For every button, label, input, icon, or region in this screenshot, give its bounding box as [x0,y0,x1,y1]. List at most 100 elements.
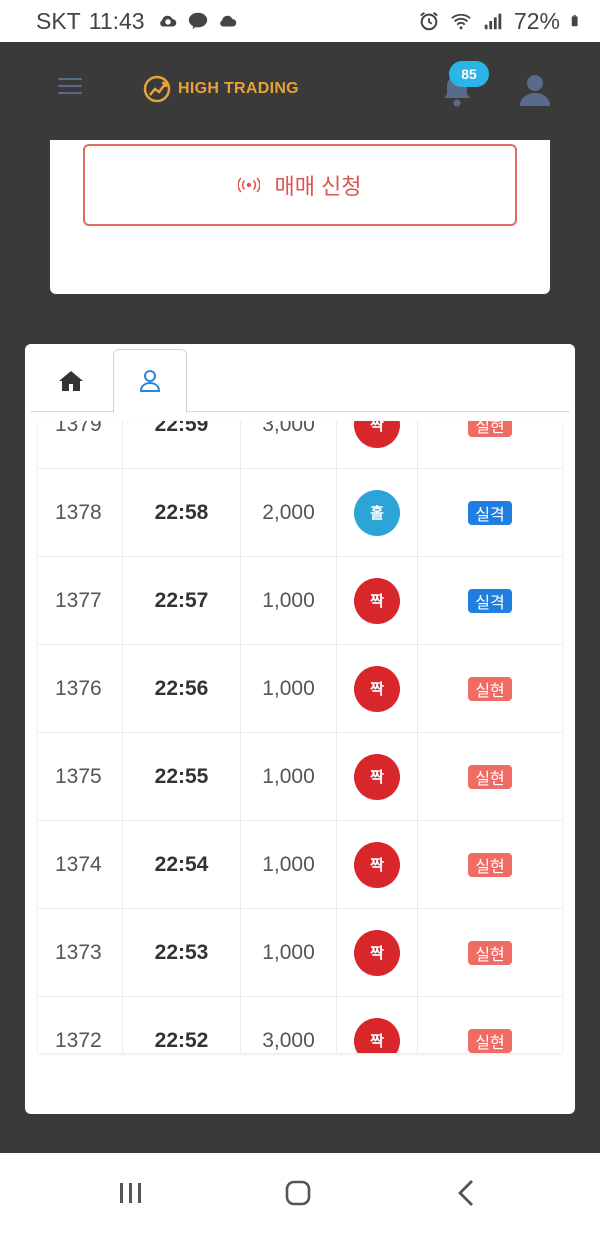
hamburger-icon[interactable] [58,78,82,98]
trade-request-label: 매매 신청 [274,174,362,199]
round-id: 1374 [38,821,123,908]
status-icons-left [157,10,239,32]
tab-profile[interactable] [113,349,187,413]
trade-amount: 3,000 [241,997,337,1053]
trade-amount: 1,000 [241,821,337,908]
pick-ball: 홀 [354,489,400,536]
profile-icon [139,370,161,392]
tab-bar [30,349,570,413]
app-header: HIGH TRADING 85 [0,42,600,140]
round-id: 1375 [38,733,123,820]
history-table-body: 1379 22:59 3,000 짝 실현 1378 22:58 2,000 홀 실격 1377 22… [38,421,562,1053]
status-icons-right: 72% [418,8,584,35]
round-time: 22:59 [123,421,241,468]
pick-cell: 홀 [337,469,418,556]
pick-ball: 짝 [354,841,400,888]
result-badge: 실현 [468,1028,512,1053]
table-row: 1378 22:58 2,000 홀 실격 [38,469,562,557]
table-row: 1375 22:55 1,000 짝 실현 [38,733,562,821]
cloud-icon [219,15,236,27]
back-icon[interactable] [456,1179,476,1207]
result-badge: 실현 [468,764,512,789]
table-row: 1377 22:57 1,000 짝 실격 [38,557,562,645]
round-time: 22:58 [123,469,241,556]
round-time: 22:52 [123,997,241,1053]
round-time: 22:53 [123,909,241,996]
table-row: 1374 22:54 1,000 짝 실현 [38,821,562,909]
result-badge: 실현 [468,940,512,965]
broadcast-icon [238,177,261,193]
round-id: 1373 [38,909,123,996]
trade-amount: 1,000 [241,733,337,820]
alarm-icon [420,11,438,31]
result-badge: 실현 [468,421,512,437]
tab-home[interactable] [34,349,108,412]
round-id: 1379 [38,421,123,468]
result-cell: 실현 [418,421,562,468]
round-id: 1372 [38,997,123,1053]
round-time: 22:54 [123,821,241,908]
signal-icon [484,13,502,30]
pick-cell: 짝 [337,733,418,820]
pick-cell: 짝 [337,645,418,732]
user-icon[interactable] [518,72,552,108]
home-button-icon[interactable] [285,1180,311,1206]
table-row: 1372 22:52 3,000 짝 실현 [38,997,562,1053]
wifi-icon [451,13,471,30]
pick-ball: 짝 [354,577,400,624]
pick-cell: 짝 [337,557,418,644]
logo[interactable]: HIGH TRADING [142,74,299,104]
battery-icon [571,15,578,27]
result-badge: 실현 [468,676,512,701]
trade-amount: 1,000 [241,645,337,732]
pick-cell: 짝 [337,821,418,908]
round-time: 22:57 [123,557,241,644]
result-badge: 실현 [468,852,512,877]
table-row: 1376 22:56 1,000 짝 실현 [38,645,562,733]
battery-level: 72% [513,7,560,34]
table-row: 1373 22:53 1,000 짝 실현 [38,909,562,997]
pick-ball: 짝 [354,753,400,800]
result-cell: 실현 [418,733,562,820]
round-id: 1377 [38,557,123,644]
pick-cell: 짝 [337,421,418,468]
result-cell: 실현 [418,909,562,996]
result-cell: 실격 [418,557,562,644]
logo-text: HIGH TRADING [178,80,299,97]
pick-ball: 짝 [354,665,400,712]
round-id: 1378 [38,469,123,556]
round-time: 22:56 [123,645,241,732]
logo-mark-icon [143,75,171,103]
trade-request-button[interactable]: 매매 신청 [83,144,517,226]
trade-amount: 2,000 [241,469,337,556]
status-bar: SKT 11:43 72% [0,0,600,42]
pick-ball: 짝 [354,929,400,976]
pick-cell: 짝 [337,909,418,996]
pick-cell: 짝 [337,997,418,1053]
system-nav-bar [0,1153,600,1233]
round-time: 22:55 [123,733,241,820]
notification-badge: 85 [449,61,489,87]
cloud-sync-icon [159,15,176,27]
round-id: 1376 [38,645,123,732]
result-cell: 실현 [418,997,562,1053]
table-row: 1379 22:59 3,000 짝 실현 [38,421,562,469]
carrier-label: SKT [36,7,81,34]
pick-ball: 짝 [354,1017,400,1053]
kakaotalk-icon [188,12,207,30]
trade-request-card: 매매 신청 [50,140,550,294]
trade-amount: 3,000 [241,421,337,468]
clock: 11:43 [88,7,145,34]
history-table[interactable]: 1379 22:59 3,000 짝 실현 1378 22:58 2,000 홀 실격 1377 22… [38,421,562,1053]
pick-ball: 짝 [354,421,400,448]
result-badge: 실격 [468,588,512,613]
result-cell: 실현 [418,821,562,908]
result-cell: 실격 [418,469,562,556]
history-card: 1379 22:59 3,000 짝 실현 1378 22:58 2,000 홀 실격 1377 22… [25,344,575,1114]
result-cell: 실현 [418,645,562,732]
result-badge: 실격 [468,500,512,525]
trade-amount: 1,000 [241,557,337,644]
trade-amount: 1,000 [241,909,337,996]
home-icon [59,370,83,391]
recent-apps-icon[interactable] [118,1181,144,1205]
